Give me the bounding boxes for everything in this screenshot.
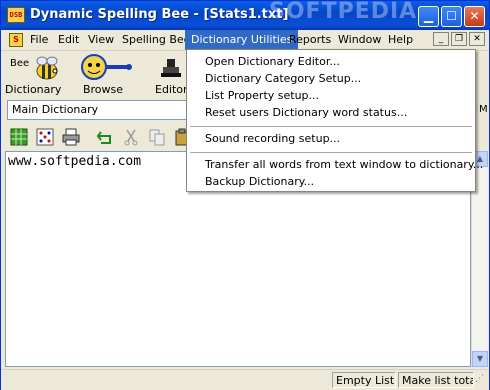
title-bar[interactable]: DSB Dynamic Spelling Bee - [Stats1.txt] …	[1, 0, 489, 30]
grid-icon[interactable]	[10, 128, 28, 146]
menu-edit[interactable]: Edit	[52, 30, 85, 50]
minimize-icon: ▁	[423, 9, 434, 23]
menu-item-reset-word-status[interactable]: Reset users Dictionary word status...	[188, 104, 474, 122]
browse-button[interactable]: Browse	[75, 51, 132, 97]
dictionary-select[interactable]: Main Dictionary	[7, 100, 187, 120]
bee-icon	[36, 56, 58, 80]
editor-label: Editor	[155, 83, 188, 96]
status-list-state: Empty List	[332, 372, 396, 388]
secondary-select-edge[interactable]: M	[479, 104, 488, 115]
cut-icon[interactable]	[122, 128, 140, 146]
bee-dictionary-label: Dictionary	[5, 83, 62, 96]
app-icon[interactable]: DSB	[7, 7, 25, 23]
app-window: DSB Dynamic Spelling Bee - [Stats1.txt] …	[0, 0, 490, 390]
window-title: Dynamic Spelling Bee - [Stats1.txt]	[30, 7, 289, 22]
bee-dictionary-top-label: Bee	[10, 58, 30, 69]
menu-item-open-dictionary-editor[interactable]: Open Dictionary Editor...	[188, 53, 474, 71]
menu-bar: S File Edit View Spelling Bee Dictionary…	[1, 30, 489, 51]
scroll-down-icon: ▼	[476, 354, 484, 363]
status-list-total: Make list total	[398, 372, 474, 388]
menu-reports[interactable]: Reports	[283, 30, 337, 50]
maximize-icon: ☐	[446, 9, 457, 23]
dictionary-utilities-menu: Open Dictionary Editor... Dictionary Cat…	[186, 49, 483, 192]
menu-separator	[190, 152, 472, 153]
scroll-down-button[interactable]: ▼	[472, 351, 488, 367]
menu-item-transfer-words[interactable]: Transfer all words from text window to d…	[188, 156, 483, 174]
menu-file[interactable]: File	[24, 30, 54, 50]
resize-grip-icon[interactable]: ⋰	[475, 374, 487, 386]
mdi-minimize-button[interactable]: _	[433, 32, 449, 46]
watermark: SOFTPEDIA	[269, 0, 418, 24]
menu-separator	[190, 126, 472, 127]
close-button[interactable]: ✕	[464, 6, 485, 27]
bee-dictionary-button[interactable]: Bee Dictionary	[5, 51, 61, 97]
menu-view[interactable]: View	[82, 30, 120, 50]
menu-item-backup-dictionary[interactable]: Backup Dictionary...	[188, 173, 474, 191]
minimize-button[interactable]: ▁	[418, 6, 439, 27]
menu-item-sound-recording-setup[interactable]: Sound recording setup...	[188, 130, 474, 148]
menu-window[interactable]: Window	[332, 30, 387, 50]
maximize-button[interactable]: ☐	[441, 6, 462, 27]
browse-label: Browse	[82, 83, 124, 96]
mdi-restore-button[interactable]: ❐	[451, 32, 467, 46]
menu-help[interactable]: Help	[382, 30, 419, 50]
close-icon: ✕	[469, 9, 480, 23]
editor-button[interactable]: Editor	[147, 51, 191, 97]
menu-item-list-property-setup[interactable]: List Property setup...	[188, 87, 474, 105]
mdi-minimize-icon: _	[438, 34, 444, 44]
undo-icon[interactable]	[96, 128, 114, 146]
menu-item-dictionary-category-setup[interactable]: Dictionary Category Setup...	[188, 70, 474, 88]
mdi-restore-icon: ❐	[454, 34, 464, 44]
document-icon[interactable]: S	[9, 33, 23, 47]
copy-icon[interactable]	[148, 128, 166, 146]
stamp-icon	[161, 59, 181, 77]
magnifier-bee-icon	[81, 54, 132, 80]
print-icon[interactable]	[62, 128, 80, 146]
mdi-close-button[interactable]: ✕	[469, 32, 485, 46]
dice-icon[interactable]	[36, 128, 54, 146]
mdi-close-icon: ✕	[473, 34, 481, 44]
menu-dictionary-utilities[interactable]: Dictionary Utilities	[185, 30, 299, 50]
status-bar: Empty List Make list total ⋰	[1, 369, 489, 390]
